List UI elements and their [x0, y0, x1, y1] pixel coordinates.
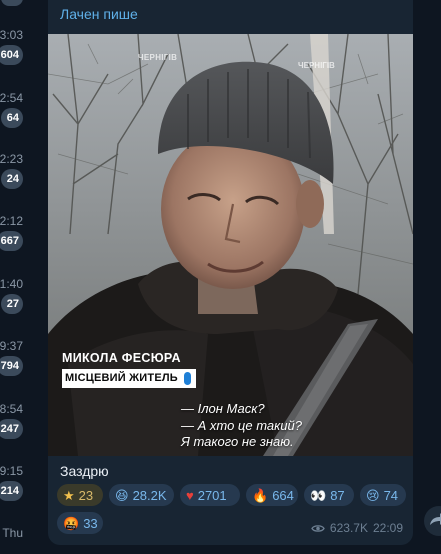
unread-badge: 27 [1, 294, 23, 314]
chat-list-item[interactable]: 2:23 24 [0, 152, 26, 190]
grinning-face-icon: 😆 [115, 487, 129, 503]
video-player[interactable]: ЧЕРНІГІВ ЧЕРНІГІВ МИКОЛА ФЕСЮРА МІСЦЕВИЙ… [48, 34, 413, 456]
unread-badge: 794 [0, 356, 23, 376]
subtitle-line: Я такого не знаю. [181, 434, 294, 449]
views-eye-icon [311, 524, 325, 532]
subtitle-line: — А хто це такий? [181, 417, 302, 433]
unread-badge: 64 [1, 108, 23, 128]
fire-icon: 🔥 [252, 487, 269, 503]
chat-list-item[interactable]: 2:54 64 [0, 91, 26, 129]
chat-list-item[interactable]: 2:12 667 [0, 214, 26, 252]
reaction-count: 2701 [197, 487, 227, 503]
role-accent-mark [183, 372, 191, 385]
chat-list-item[interactable]: 9:37 794 [0, 339, 26, 377]
chat-list-item[interactable]: 3:03 604 [0, 28, 26, 66]
chat-time: 9:37 [0, 339, 23, 353]
unread-badge: 214 [0, 481, 23, 501]
reaction-angry[interactable]: 🤬 33 [57, 512, 103, 534]
chat-list-item[interactable]: 9:15 214 [0, 464, 26, 502]
reaction-count: 74 [383, 487, 399, 503]
reaction-cry[interactable]: 😢 74 [360, 484, 406, 506]
reaction-count: 28.2K [132, 487, 167, 503]
person-role-text: МІСЦЕВИЙ ЖИТЕЛЬ [65, 372, 178, 384]
chat-list-item[interactable]: 1:40 27 [0, 277, 26, 315]
message-bubble[interactable]: Лачен пише ЧЕРНІГІВ ЧЕРНІГІВ МИКОЛА ФЕСЮ… [48, 0, 413, 545]
crying-face-icon: 😢 [366, 487, 380, 503]
views-count: 623.7K [329, 521, 368, 535]
reaction-fire[interactable]: 🔥 664 [246, 484, 298, 506]
chat-list-edge: 3:03 604 2:54 64 2:23 24 2:12 667 1:40 2… [0, 0, 26, 554]
reaction-count: 33 [83, 515, 98, 531]
reaction-count: 87 [330, 487, 345, 503]
eyes-icon: 👀 [310, 487, 327, 503]
heart-icon: ♥ [186, 487, 194, 503]
chat-list-item[interactable]: Thu [0, 526, 26, 554]
unread-badge: 247 [0, 419, 23, 439]
unread-badge-partial [1, 0, 23, 6]
video-frame: ЧЕРНІГІВ ЧЕРНІГІВ [48, 34, 413, 456]
sender-name[interactable]: Лачен пише [60, 6, 138, 22]
chat-time: Thu [2, 526, 23, 540]
video-subtitles: — Ілон Маск? — А хто це такий? Я такого … [181, 401, 302, 451]
message-time: 22:09 [372, 521, 403, 535]
chat-time: 3:03 [0, 28, 23, 42]
reaction-count: 664 [272, 487, 294, 503]
subtitle-line: — Ілон Маск? [181, 401, 265, 416]
star-icon: ★ [63, 487, 75, 503]
watermark-right: ЧЕРНІГІВ [298, 61, 335, 70]
person-role-plate: МІСЦЕВИЙ ЖИТЕЛЬ [62, 369, 196, 388]
reaction-count: 23 [78, 487, 94, 503]
chat-list-item[interactable]: 8:54 247 [0, 402, 26, 440]
chat-time: 8:54 [0, 402, 23, 416]
unread-badge: 604 [0, 45, 23, 65]
reaction-laugh[interactable]: 😆 28.2K [109, 484, 174, 506]
chat-time: 2:54 [0, 91, 23, 105]
forward-button[interactable] [424, 506, 441, 536]
message-caption: Заздрю [60, 463, 109, 479]
chat-time: 9:15 [0, 464, 23, 478]
chat-time: 1:40 [0, 277, 23, 291]
watermark-left: ЧЕРНІГІВ [138, 53, 177, 62]
chat-time: 2:12 [0, 214, 23, 228]
reaction-star[interactable]: ★ 23 [57, 484, 103, 506]
chat-time: 2:23 [0, 152, 23, 166]
angry-face-icon: 🤬 [63, 515, 80, 531]
forward-arrow-icon [430, 513, 441, 525]
person-name-plate: МИКОЛА ФЕСЮРА [62, 351, 181, 365]
unread-badge: 24 [1, 169, 23, 189]
reaction-heart[interactable]: ♥ 2701 [180, 484, 240, 506]
message-meta: 623.7K 22:09 [311, 521, 403, 535]
reaction-eyes[interactable]: 👀 87 [304, 484, 354, 506]
unread-badge: 667 [0, 231, 23, 251]
